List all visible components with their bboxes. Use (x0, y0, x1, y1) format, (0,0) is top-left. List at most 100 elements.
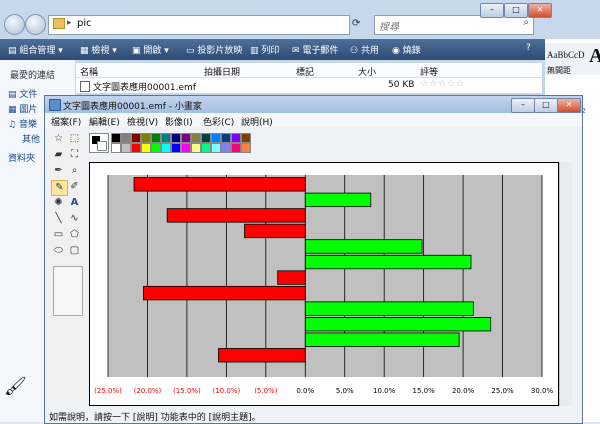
color-swatch[interactable] (191, 133, 201, 143)
color-swatch[interactable] (161, 143, 171, 153)
style-sample-large: A (589, 45, 600, 67)
nav-link-documents[interactable]: ▤ 文件 (8, 87, 37, 100)
refresh-icon[interactable]: ⟳ (352, 18, 360, 29)
color-swatch[interactable] (171, 133, 181, 143)
fill-bucket-icon[interactable]: ⛶ (67, 148, 82, 162)
color-swatch[interactable] (141, 143, 151, 153)
x-tick-label: (15.0%) (173, 387, 201, 395)
free-select-icon[interactable]: ☆ (51, 132, 66, 146)
back-button[interactable] (4, 14, 25, 35)
folders-heading[interactable]: 資料夾 (8, 151, 35, 164)
menu-colors[interactable]: 色彩(C) (203, 115, 234, 128)
color-swatch[interactable] (181, 143, 191, 153)
column-rating[interactable]: 評等 (420, 65, 438, 78)
polygon-icon[interactable]: ⬠ (67, 228, 82, 242)
status-text: 如需說明，請按一下 [說明] 功能表中的 [說明主題]。 (49, 413, 261, 423)
rectangle-icon[interactable]: ▭ (51, 228, 66, 242)
color-swatch[interactable] (241, 143, 251, 153)
color-swatch[interactable] (181, 133, 191, 143)
current-colors[interactable] (89, 133, 109, 153)
color-swatch[interactable] (231, 143, 241, 153)
x-tick-label: 20.0% (452, 387, 475, 395)
pencil-icon[interactable]: ✎ (51, 180, 68, 196)
color-swatch[interactable] (131, 143, 141, 153)
search-input[interactable]: 搜尋 ⌕ (374, 15, 534, 35)
share-button[interactable]: ⚇ 共用 (350, 43, 379, 56)
curve-icon[interactable]: ∿ (67, 212, 82, 226)
menu-edit[interactable]: 編輯(E) (89, 115, 120, 128)
color-swatch[interactable] (121, 133, 131, 143)
x-tick-label: 10.0% (373, 387, 396, 395)
color-swatch[interactable] (221, 133, 231, 143)
menu-file[interactable]: 檔案(F) (51, 115, 81, 128)
rating-stars[interactable]: ☆☆☆☆☆ (420, 79, 465, 89)
color-swatch[interactable] (111, 133, 121, 143)
color-swatch[interactable] (131, 133, 141, 143)
open-button[interactable]: ▣ 開啟 ▾ (132, 43, 169, 56)
nav-link-pictures[interactable]: ▦ 圖片 (8, 102, 37, 115)
magnifier-icon[interactable]: ⌕ (67, 164, 82, 178)
color-swatch[interactable] (201, 143, 211, 153)
color-swatch[interactable] (151, 133, 161, 143)
color-swatch[interactable] (211, 143, 221, 153)
line-icon[interactable]: ╲ (51, 212, 66, 226)
email-button[interactable]: ✉ 電子郵件 (292, 43, 338, 56)
menu-help[interactable]: 說明(H) (241, 115, 273, 128)
address-bar[interactable]: ▸ pic (48, 15, 350, 35)
color-swatch[interactable] (151, 143, 161, 153)
chart-bar (304, 316, 492, 332)
color-swatch[interactable] (241, 133, 251, 143)
vertical-scrollbar[interactable] (560, 162, 572, 406)
menu-view[interactable]: 檢視(V) (127, 115, 158, 128)
chart-bar (304, 239, 423, 254)
organize-button[interactable]: ▤ 組合管理 ▾ (8, 43, 63, 56)
color-swatch[interactable] (171, 143, 181, 153)
color-swatch[interactable] (221, 143, 231, 153)
burn-button[interactable]: ◉ 燒錄 (392, 43, 421, 56)
color-swatch[interactable] (191, 143, 201, 153)
burn-label: 燒錄 (402, 46, 421, 56)
rect-select-icon[interactable]: ⬚ (67, 132, 82, 146)
color-swatch[interactable] (211, 133, 221, 143)
paint-maximize-button[interactable]: □ (534, 98, 558, 113)
menu-image[interactable]: 影像(I) (165, 115, 193, 128)
brush-icon[interactable]: ✐ (67, 180, 82, 194)
text-tool-icon[interactable]: A (67, 196, 82, 210)
color-swatch[interactable] (161, 133, 171, 143)
nav-link-music[interactable]: ♫ 音樂 (8, 117, 37, 130)
chevron-right-icon: ▸ (67, 18, 72, 28)
ribbon-peek: AaBbCcD A 無間距 (545, 43, 600, 75)
paint-titlebar[interactable]: 文字圖表應用00001.emf - 小畫家 – □ ✕ (45, 96, 582, 113)
color-swatch[interactable] (231, 133, 241, 143)
paint-close-button[interactable]: ✕ (557, 98, 581, 113)
minimize-button[interactable]: – (480, 3, 504, 18)
views-button[interactable]: ▦ 檢視 ▾ (80, 43, 117, 56)
help-icon[interactable]: ? (526, 43, 531, 53)
x-tick-label: 5.0% (336, 387, 354, 395)
slideshow-button[interactable]: ▭ 投影片放映 (186, 43, 242, 56)
eraser-icon[interactable]: ▰ (51, 148, 66, 162)
column-tags[interactable]: 標記 (296, 65, 314, 78)
color-picker-icon[interactable]: ✒ (51, 164, 66, 178)
nav-link-more[interactable]: 其他 (22, 132, 40, 145)
forward-button[interactable] (25, 14, 46, 35)
color-swatch[interactable] (111, 143, 121, 153)
airbrush-icon[interactable]: ✺ (51, 196, 66, 210)
color-swatch[interactable] (201, 133, 211, 143)
search-icon[interactable]: ⌕ (523, 17, 529, 28)
paint-minimize-button[interactable]: – (511, 98, 535, 113)
maximize-button[interactable]: □ (504, 3, 528, 18)
color-swatch[interactable] (141, 133, 151, 143)
tool-options-box[interactable] (53, 266, 83, 316)
column-name[interactable]: 名稱 (80, 65, 98, 78)
color-swatch[interactable] (121, 143, 131, 153)
close-button[interactable]: ✕ (528, 3, 552, 18)
column-date-taken[interactable]: 拍攝日期 (204, 65, 240, 78)
favorites-heading: 最愛的連結 (10, 71, 56, 81)
print-button[interactable]: ▥ 列印 (250, 43, 279, 56)
rounded-rect-icon[interactable]: ▢ (67, 244, 82, 258)
drawing-canvas[interactable]: (25.0%) (20.0%) (15.0%) (10.0%) (5.0%) 0.0% 5.… (89, 162, 559, 406)
ellipse-icon[interactable]: ⬭ (51, 244, 66, 258)
file-row[interactable]: 文字圖表應用00001.emf 50 KB ☆☆☆☆☆ (76, 78, 542, 93)
column-size[interactable]: 大小 (358, 65, 376, 78)
